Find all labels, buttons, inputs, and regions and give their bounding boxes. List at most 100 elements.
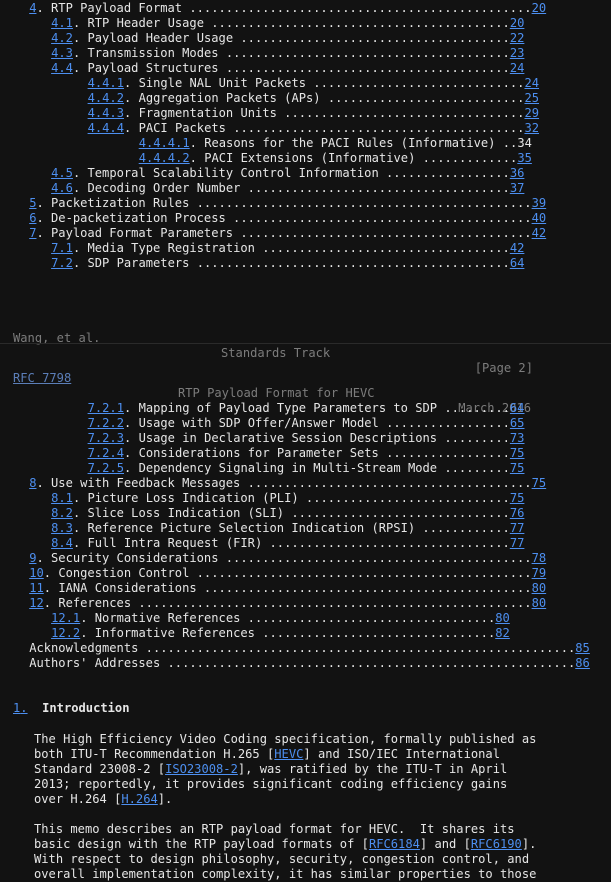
toc-title: Packetization Rules ....................… — [51, 196, 532, 210]
toc-section-link[interactable]: 7.2.2 — [88, 416, 124, 430]
toc-page-link[interactable]: 23 — [510, 46, 525, 60]
text-run: With respect to design philosophy, secur… — [34, 852, 530, 866]
toc-title: Temporal Scalability Control Information… — [87, 166, 510, 180]
toc-section-link[interactable]: 4.6 — [51, 181, 73, 195]
toc-page-link[interactable]: 86 — [575, 656, 590, 670]
toc-entry: 4.4.1. Single NAL Unit Packets .........… — [87, 76, 540, 90]
toc-page-link[interactable]: 85 — [575, 641, 590, 655]
toc-section-link[interactable]: 4.4.4.1 — [139, 136, 190, 150]
toc-page-link[interactable]: 82 — [495, 626, 510, 640]
toc-section-link[interactable]: 8.2 — [51, 506, 73, 520]
toc-entry: Acknowledgments ........................… — [29, 641, 590, 656]
paragraph-line: both ITU-T Recommendation H.265 [HEVC] a… — [34, 747, 500, 762]
toc-page-link[interactable]: 42 — [532, 226, 547, 240]
toc-page-link[interactable]: 73 — [510, 431, 525, 445]
toc-section-link[interactable]: 7.2.4 — [88, 446, 124, 460]
toc-section-link[interactable]: 4.3 — [51, 46, 73, 60]
toc-entry: 4.1. RTP Header Usage ..................… — [51, 16, 525, 30]
toc-page-link[interactable]: 32 — [524, 121, 539, 135]
reference-link[interactable]: RFC6190 — [471, 837, 522, 851]
toc-section-link[interactable]: 4.4.3 — [88, 106, 124, 120]
toc-section-link[interactable]: 4.1 — [51, 16, 73, 30]
toc-title: Congestion Control .....................… — [58, 566, 532, 580]
toc-page-link[interactable]: 78 — [532, 551, 547, 565]
toc-page-link[interactable]: 25 — [524, 91, 539, 105]
toc-section-link[interactable]: 7.2 — [51, 256, 73, 270]
toc-section-link[interactable]: 8 — [29, 476, 36, 490]
toc-section-link[interactable]: 7.2.1 — [88, 401, 124, 415]
toc-page-link[interactable]: 76 — [510, 506, 525, 520]
toc-page-link[interactable]: 65 — [510, 416, 525, 430]
toc-page-link[interactable]: 22 — [510, 31, 525, 45]
toc-section-link[interactable]: 12.2 — [51, 626, 80, 640]
toc-page-link[interactable]: 75 — [510, 491, 525, 505]
toc-page-link[interactable]: 77 — [510, 521, 525, 535]
toc-page-link[interactable]: 42 — [510, 241, 525, 255]
toc-page-link[interactable]: 39 — [532, 196, 547, 210]
toc-page-link[interactable]: 35 — [517, 151, 532, 165]
toc-page-link[interactable]: 75 — [510, 461, 525, 475]
toc-entry: 4.4.4.1. Reasons for the PACI Rules (Inf… — [138, 136, 532, 150]
toc-page-link[interactable]: 64 — [510, 401, 525, 415]
toc-section-link[interactable]: 4.4 — [51, 61, 73, 75]
toc-section-link[interactable]: 7.2.5 — [88, 461, 124, 475]
reference-link[interactable]: H.264 — [121, 792, 157, 806]
rfc-number-link[interactable]: RFC 7798 — [13, 371, 71, 386]
toc-title: Payload Structures .....................… — [87, 61, 510, 75]
toc-page-link[interactable]: 75 — [532, 476, 547, 490]
toc-section-link[interactable]: 10 — [29, 566, 44, 580]
toc-section-link[interactable]: 9 — [29, 551, 36, 565]
text-run: ] and ISO/IEC International — [303, 747, 500, 761]
toc-title: IANA Considerations ....................… — [58, 581, 532, 595]
toc-title: Use with Feedback Messages .............… — [51, 476, 532, 490]
reference-link[interactable]: HEVC — [274, 747, 303, 761]
toc-section-link[interactable]: 7.2.3 — [88, 431, 124, 445]
toc-page-link[interactable]: 75 — [510, 446, 525, 460]
toc-page-link[interactable]: 80 — [532, 581, 547, 595]
toc-title: PACI Extensions (Informative) ..........… — [204, 151, 518, 165]
toc-section-link[interactable]: 5 — [29, 196, 36, 210]
toc-page-link[interactable]: 79 — [532, 566, 547, 580]
toc-page-link[interactable]: 80 — [532, 596, 547, 610]
toc-section-link[interactable]: 4.4.4.2 — [139, 151, 190, 165]
toc-title: Normative References ...................… — [94, 611, 496, 625]
toc-section-link[interactable]: 4.5 — [51, 166, 73, 180]
paragraph-line: overall implementation complexity, it ha… — [34, 867, 536, 882]
toc-page-link[interactable]: 40 — [532, 211, 547, 225]
toc-section-link[interactable]: 11 — [29, 581, 44, 595]
reference-link[interactable]: ISO23008-2 — [165, 762, 238, 776]
toc-page-link[interactable]: 20 — [510, 16, 525, 30]
toc-page-link[interactable]: 64 — [510, 256, 525, 270]
toc-title: Reasons for the PACI Rules (Informative)… — [204, 136, 518, 150]
toc-section-link[interactable]: 7 — [29, 226, 36, 240]
toc-title: Payload Format Parameters ..............… — [51, 226, 532, 240]
reference-link[interactable]: RFC6184 — [369, 837, 420, 851]
toc-section-link[interactable]: 4.4.4 — [88, 121, 124, 135]
toc-page-link[interactable]: 80 — [495, 611, 510, 625]
toc-section-link[interactable]: 4.4.2 — [88, 91, 124, 105]
toc-section-link[interactable]: 12.1 — [51, 611, 80, 625]
toc-page-link[interactable]: 20 — [532, 1, 547, 15]
toc-section-link[interactable]: 6 — [29, 211, 36, 225]
toc-page-link[interactable]: 24 — [524, 76, 539, 90]
toc-entry: 6. De-packetization Process ............… — [29, 211, 547, 225]
toc-entry: 4.2. Payload Header Usage ..............… — [51, 31, 525, 45]
toc-section-link[interactable]: 8.4 — [51, 536, 73, 550]
toc-section-link[interactable]: 4.2 — [51, 31, 73, 45]
toc-title: Authors' Addresses .....................… — [29, 656, 576, 670]
toc-page-link[interactable]: 29 — [524, 106, 539, 120]
toc-section-link[interactable]: 8.1 — [51, 491, 73, 505]
toc-page-link[interactable]: 24 — [510, 61, 525, 75]
toc-page-link[interactable]: 77 — [510, 536, 525, 550]
toc-page-link[interactable]: 37 — [510, 181, 525, 195]
toc-section-link[interactable]: 4 — [29, 1, 36, 15]
toc-section-link[interactable]: 12 — [29, 596, 44, 610]
section-number-link[interactable]: 1. — [13, 701, 28, 715]
toc-entry: 7.2.3. Usage in Declarative Session Desc… — [87, 431, 525, 445]
paragraph-line: This memo describes an RTP payload forma… — [34, 822, 515, 837]
toc-section-link[interactable]: 7.1 — [51, 241, 73, 255]
toc-entry: 8.2. Slice Loss Indication (SLI) .......… — [51, 506, 525, 520]
toc-page-link[interactable]: 36 — [510, 166, 525, 180]
toc-section-link[interactable]: 8.3 — [51, 521, 73, 535]
toc-section-link[interactable]: 4.4.1 — [88, 76, 124, 90]
